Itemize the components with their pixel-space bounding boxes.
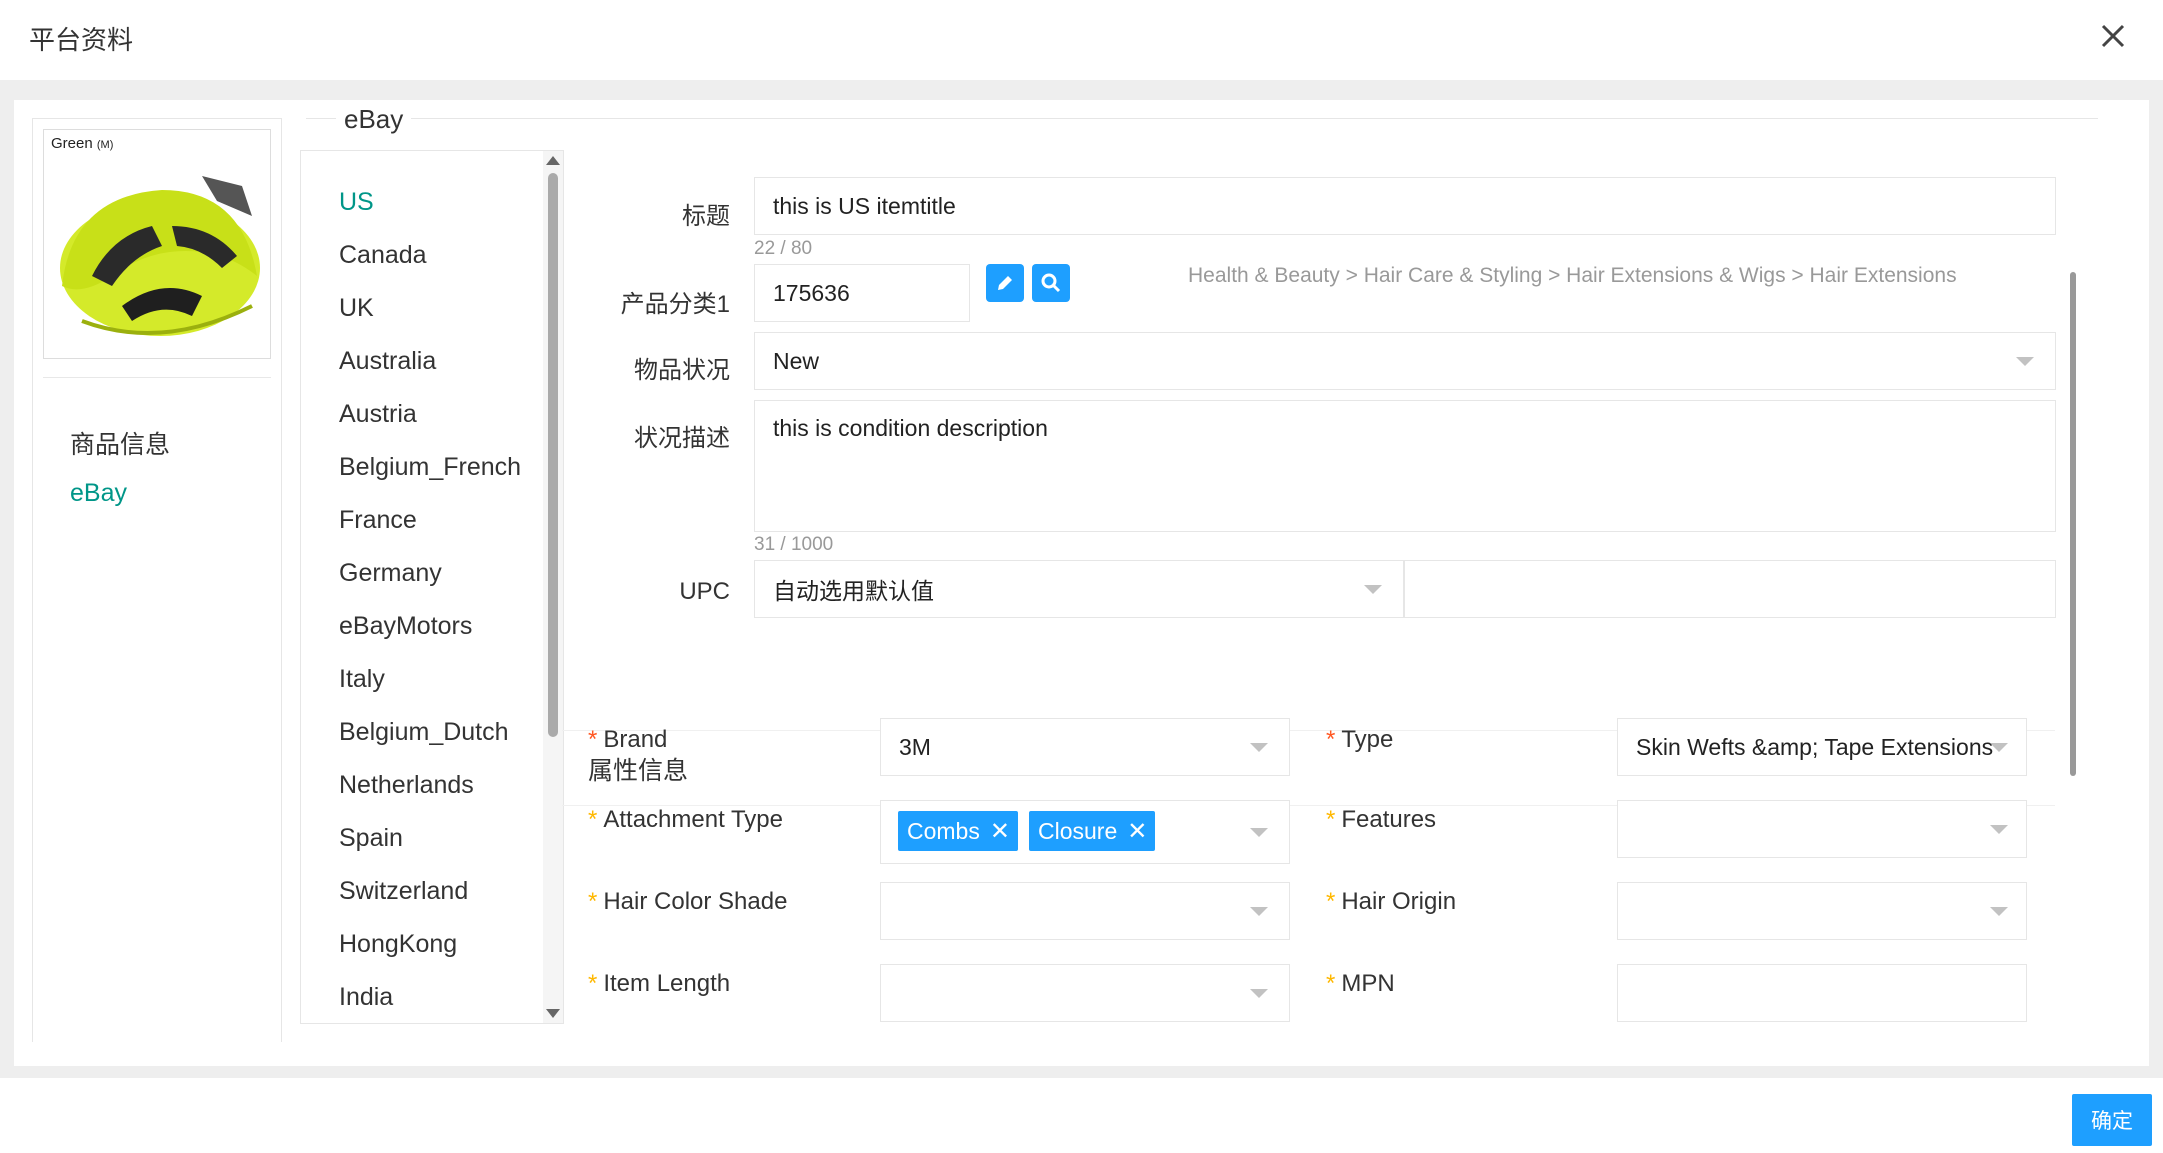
- site-item-italy[interactable]: Italy: [301, 664, 563, 717]
- helmet-image: [60, 176, 260, 336]
- title-input[interactable]: this is US itemtitle: [754, 177, 2056, 235]
- scrollbar-thumb[interactable]: [548, 173, 558, 737]
- hair-color-shade-select[interactable]: [880, 882, 1290, 940]
- section-title: eBay: [336, 104, 412, 135]
- item-length-select[interactable]: [880, 964, 1290, 1022]
- site-item-ebaymotors[interactable]: eBayMotors: [301, 611, 563, 664]
- site-item-germany[interactable]: Germany: [301, 558, 563, 611]
- site-item-us[interactable]: US: [301, 187, 563, 240]
- chevron-down-icon: [1250, 828, 1268, 837]
- condition-desc-counter: 31 / 1000: [754, 534, 834, 555]
- site-item-netherlands[interactable]: Netherlands: [301, 770, 563, 823]
- nav-ebay[interactable]: eBay: [70, 479, 127, 508]
- upc-input[interactable]: [1404, 560, 2056, 618]
- listing-form: 标题 this is US itemtitle 22 / 80 产品分类1 17…: [562, 150, 2082, 1024]
- chevron-down-icon: [1250, 907, 1268, 916]
- title-label: 标题: [682, 203, 730, 230]
- site-item-india[interactable]: India: [301, 982, 563, 1023]
- product-panel: Green (M) 商品信息 eBay: [32, 118, 282, 1042]
- upc-label: UPC: [679, 578, 730, 605]
- form-scrollbar[interactable]: [2070, 272, 2076, 776]
- chevron-down-icon: [1990, 743, 2008, 752]
- site-list: US Canada UK Australia Austria Belgium_French…: [300, 150, 564, 1024]
- site-item-hongkong[interactable]: HongKong: [301, 929, 563, 982]
- hair-origin-select[interactable]: [1617, 882, 2027, 940]
- chevron-down-icon: [1250, 743, 1268, 752]
- condition-desc-label: 状况描述: [634, 425, 730, 452]
- site-item-switzerland[interactable]: Switzerland: [301, 876, 563, 929]
- features-select[interactable]: [1617, 800, 2027, 858]
- chevron-down-icon: [1990, 825, 2008, 834]
- attachment-type-label: * Attachment Type: [588, 806, 784, 833]
- hair-origin-label: * Hair Origin: [1326, 888, 1457, 915]
- category-label: 产品分类1: [620, 291, 730, 318]
- site-item-france[interactable]: France: [301, 505, 563, 558]
- edit-category-button[interactable]: [986, 264, 1024, 302]
- condition-desc-textarea[interactable]: this is condition description: [754, 400, 2056, 532]
- confirm-button[interactable]: 确定: [2072, 1094, 2152, 1146]
- close-icon[interactable]: ✕: [990, 817, 1010, 846]
- divider: [43, 377, 271, 378]
- site-item-canada[interactable]: Canada: [301, 240, 563, 293]
- chevron-down-icon: [1364, 585, 1382, 594]
- type-select[interactable]: Skin Wefts &amp; Tape Extensions: [1617, 718, 2027, 776]
- tag-closure[interactable]: Closure ✕: [1029, 811, 1156, 851]
- close-icon[interactable]: ✕: [1127, 817, 1147, 846]
- attributes-heading: 属性信息: [588, 757, 689, 785]
- product-thumbnail[interactable]: Green (M): [43, 129, 271, 359]
- tag-combs[interactable]: Combs ✕: [898, 811, 1018, 851]
- dialog-title: 平台资料: [29, 25, 134, 55]
- site-item-belgium_dutch[interactable]: Belgium_Dutch: [301, 717, 563, 770]
- scroll-down-icon[interactable]: [546, 1009, 560, 1018]
- item-length-label: * Item Length: [588, 970, 731, 997]
- nav-product-info[interactable]: 商品信息: [70, 425, 170, 461]
- features-label: * Features: [1326, 806, 1437, 833]
- condition-select[interactable]: New: [754, 332, 2056, 390]
- scroll-up-icon[interactable]: [546, 156, 560, 165]
- product-variant-label: Green (M): [51, 135, 114, 152]
- category-path: Health & Beauty > Hair Care & Styling > …: [1188, 264, 1957, 287]
- chevron-down-icon: [2016, 357, 2034, 366]
- site-item-australia[interactable]: Australia: [301, 346, 563, 399]
- search-category-button[interactable]: [1032, 264, 1070, 302]
- condition-label: 物品状况: [634, 357, 730, 384]
- site-item-belgium_french[interactable]: Belgium_French: [301, 452, 563, 505]
- upc-select[interactable]: 自动选用默认值: [754, 560, 1404, 618]
- site-item-spain[interactable]: Spain: [301, 823, 563, 876]
- chevron-down-icon: [1250, 989, 1268, 998]
- site-list-scrollbar[interactable]: [543, 151, 563, 1023]
- pencil-icon: [998, 276, 1012, 290]
- search-icon: [1041, 273, 1061, 293]
- mpn-input[interactable]: [1617, 964, 2027, 1022]
- site-item-austria[interactable]: Austria: [301, 399, 563, 452]
- title-counter: 22 / 80: [754, 238, 813, 259]
- section-divider: [306, 118, 2098, 119]
- category-input[interactable]: 175636: [754, 264, 970, 322]
- dialog-header: 平台资料: [0, 0, 2163, 80]
- hair-color-shade-label: * Hair Color Shade: [588, 888, 788, 915]
- type-label: * Type: [1326, 726, 1394, 753]
- brand-label: * Brand: [588, 726, 668, 753]
- close-icon[interactable]: [2093, 16, 2133, 56]
- brand-select[interactable]: 3M: [880, 718, 1290, 776]
- chevron-down-icon: [1990, 907, 2008, 916]
- site-item-uk[interactable]: UK: [301, 293, 563, 346]
- dialog-content: Green (M) 商品信息 eBay eBay US Canada UK Austr…: [14, 100, 2149, 1066]
- mpn-label: * MPN: [1326, 970, 1395, 997]
